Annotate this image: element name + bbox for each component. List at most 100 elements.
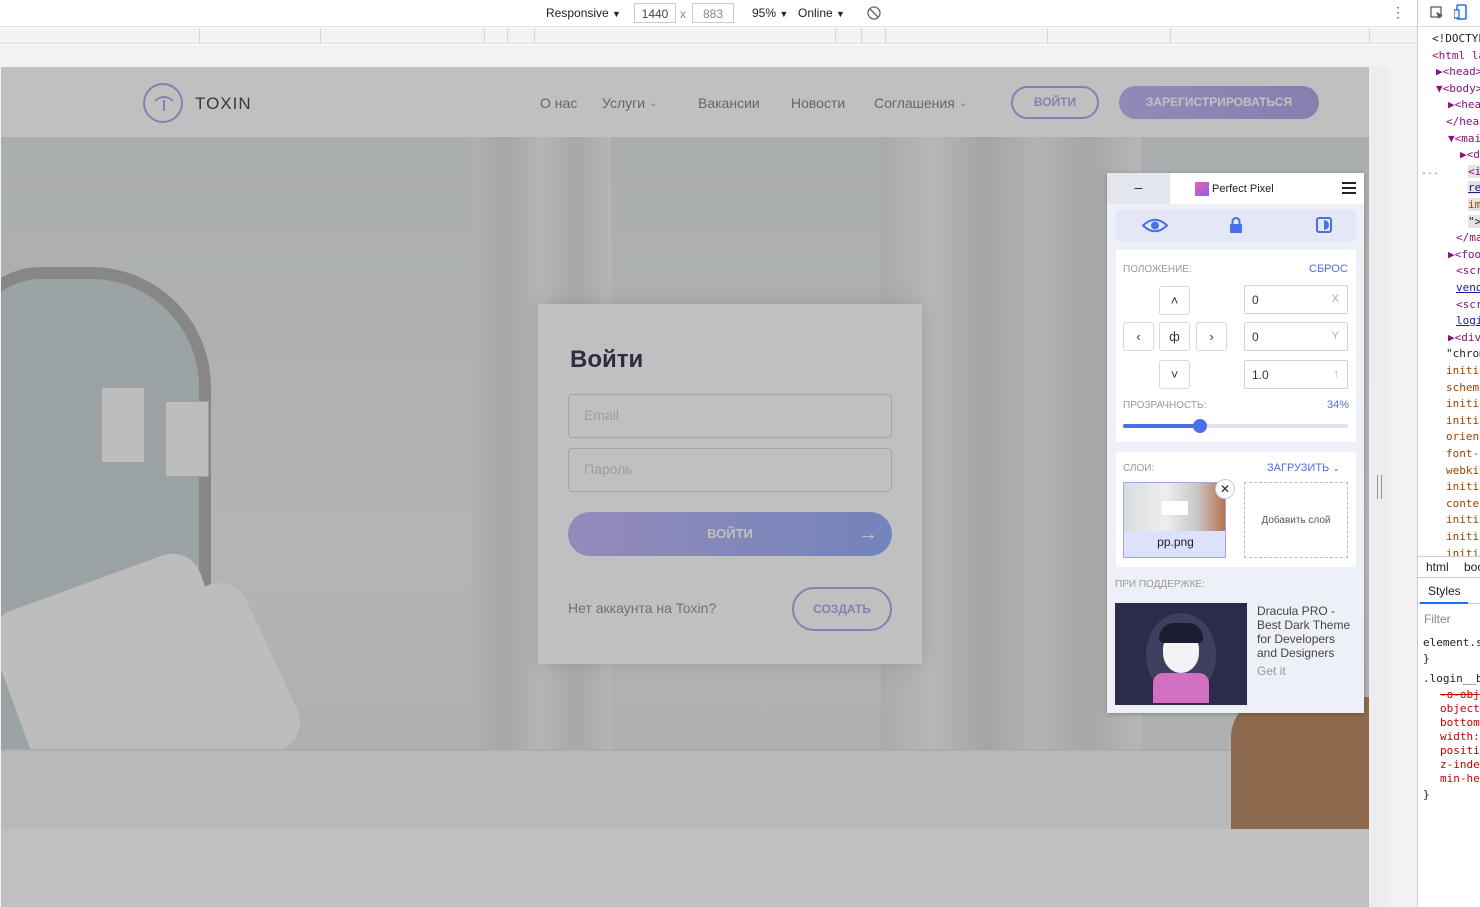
tab-styles[interactable]: Styles	[1420, 580, 1468, 604]
style-rule-line[interactable]: width:	[1440, 730, 1480, 743]
dom-node-line[interactable]: im	[1468, 198, 1480, 211]
scale-value: 1.0	[1252, 368, 1269, 382]
style-rule-line[interactable]: bottom	[1440, 716, 1480, 729]
password-field[interactable]: Пароль	[568, 448, 892, 492]
dom-node-line[interactable]: initia	[1446, 480, 1480, 493]
dom-node-line[interactable]: initia	[1446, 397, 1480, 410]
throttle-select[interactable]: Online ▼	[798, 6, 845, 20]
more-options-icon[interactable]: ⋮	[1391, 4, 1405, 21]
inspect-element-icon[interactable]	[1430, 6, 1444, 20]
dom-node-line[interactable]: <scr	[1456, 264, 1480, 277]
dom-node-line[interactable]: vend	[1456, 281, 1480, 294]
dom-node-line[interactable]: <html la	[1432, 49, 1480, 62]
styles-filter-input[interactable]: Filter	[1424, 612, 1451, 626]
menu-icon[interactable]	[1342, 182, 1356, 194]
ad-cta-link[interactable]: Get it	[1257, 664, 1286, 678]
style-rule-line[interactable]: -o-obj	[1440, 688, 1480, 701]
dom-node-line[interactable]: ▶<div	[1448, 331, 1480, 344]
move-left-button[interactable]: ‹	[1123, 322, 1154, 351]
dom-node-line[interactable]: font-s	[1446, 447, 1480, 460]
style-rule-line[interactable]: z-inde	[1440, 758, 1480, 771]
remove-layer-icon[interactable]: ✕	[1215, 479, 1235, 499]
upload-dropdown[interactable]: ЗАГРУЗИТЬ ⌄	[1267, 462, 1340, 474]
dom-ellipsis[interactable]: ...	[1421, 166, 1439, 177]
move-up-button[interactable]: ˄	[1159, 286, 1190, 315]
dom-node-line[interactable]: initia	[1446, 414, 1480, 427]
breadcrumb-body[interactable]: boo	[1464, 560, 1480, 574]
viewport-width-input[interactable]: 1440	[634, 3, 676, 23]
add-layer-button[interactable]: Добавить слой	[1244, 482, 1348, 558]
nav-agreements[interactable]: Соглашения ⌄	[874, 95, 967, 111]
dom-node-line[interactable]: conter	[1446, 497, 1480, 510]
dom-node-line[interactable]: ▼<mai	[1448, 132, 1480, 145]
style-rule-line[interactable]: }	[1423, 652, 1430, 665]
rotate-icon[interactable]	[867, 6, 881, 20]
x-position-input[interactable]: 0X	[1244, 285, 1348, 314]
device-toggle-icon[interactable]	[1454, 4, 1468, 20]
opacity-slider[interactable]	[1123, 419, 1348, 433]
layer-item[interactable]: pp.png	[1123, 482, 1226, 558]
dom-node-line[interactable]: </ma	[1456, 231, 1480, 244]
dom-node-line[interactable]: "chrom	[1446, 347, 1480, 360]
dom-node-line[interactable]: <!DOCTYPE	[1432, 32, 1480, 45]
viewport-resize-handle[interactable]	[1377, 475, 1382, 499]
style-rule-line[interactable]: positi	[1440, 744, 1480, 757]
dom-node-line[interactable]: webkit	[1446, 464, 1480, 477]
breadcrumb-html[interactable]: html	[1426, 560, 1449, 574]
zoom-select[interactable]: 95% ▼	[752, 6, 788, 20]
nav-about[interactable]: О нас	[540, 95, 577, 111]
style-rule-line[interactable]: }	[1423, 788, 1430, 801]
move-right-button[interactable]: ›	[1196, 322, 1227, 351]
create-account-button[interactable]: СОЗДАТЬ	[792, 587, 892, 631]
dom-node-line[interactable]: initia	[1446, 513, 1480, 526]
dom-node-line[interactable]: logi	[1456, 314, 1480, 327]
reset-link[interactable]: СБРОС	[1309, 263, 1348, 275]
dom-node-line[interactable]: ▶<hea	[1448, 98, 1480, 111]
device-dropdown-icon: ▼	[612, 9, 621, 19]
scale-input[interactable]: 1.0 ↑	[1244, 360, 1348, 389]
dom-node-line[interactable]: <scr	[1456, 298, 1480, 311]
move-down-button[interactable]: ˅	[1159, 360, 1190, 389]
dom-node-line[interactable]: initia	[1446, 364, 1480, 377]
logo-icon[interactable]	[143, 83, 183, 123]
nav-news[interactable]: Новости	[791, 95, 845, 111]
upload-label: ЗАГРУЗИТЬ	[1267, 462, 1330, 474]
opacity-value: 34%	[1327, 399, 1350, 411]
dom-node-line[interactable]: orient	[1446, 430, 1480, 443]
style-rule-line[interactable]: .login__b	[1423, 672, 1480, 685]
bed	[1, 749, 1369, 829]
dom-node-line[interactable]: ▶<head>	[1436, 65, 1480, 78]
dom-node-line[interactable]: initia	[1446, 530, 1480, 543]
style-rule-line[interactable]: element.s	[1423, 636, 1480, 649]
dom-node-line[interactable]: ">	[1468, 214, 1480, 228]
dom-node-line[interactable]: <i	[1468, 164, 1480, 178]
nav-services[interactable]: Услуги ⌄	[602, 95, 657, 111]
login-submit-button[interactable]: ВОЙТИ →	[568, 512, 892, 556]
style-rule-line[interactable]: object	[1440, 702, 1480, 715]
ad-text[interactable]: Dracula PRO - Best Dark Theme for Develo…	[1257, 604, 1357, 660]
dom-node-line[interactable]: ▼<body>	[1436, 82, 1480, 95]
header-register-button[interactable]: ЗАРЕГИСТРИРОВАТЬСЯ	[1119, 86, 1319, 119]
media-query-bar[interactable]	[0, 28, 1417, 44]
invert-colors-icon[interactable]	[1316, 217, 1332, 233]
viewport-height-input[interactable]: 883	[692, 3, 734, 23]
device-select[interactable]: Responsive ▼	[546, 6, 621, 20]
logo-text[interactable]: TOXIN	[195, 94, 252, 114]
email-field[interactable]: Email	[568, 394, 892, 438]
header-login-button[interactable]: ВОЙТИ	[1011, 86, 1099, 119]
dom-node-line[interactable]: scheme	[1446, 381, 1480, 394]
center-button[interactable]: ф	[1159, 322, 1190, 351]
pp-minimize-button[interactable]: –	[1107, 173, 1170, 204]
nav-vacancies[interactable]: Вакансии	[698, 95, 760, 111]
dom-node-line[interactable]: ▶<d	[1460, 148, 1480, 161]
dom-node-line[interactable]: ▶<foo	[1448, 248, 1480, 261]
pp-position-section: ПОЛОЖЕНИЕ: СБРОС ˄ ‹ ф › ˅ 0X 0Y 1.0 ↑ ПР…	[1116, 250, 1356, 442]
lock-icon[interactable]	[1229, 217, 1243, 233]
dom-node-line[interactable]: </head	[1446, 115, 1480, 128]
style-rule-line[interactable]: min-he	[1440, 772, 1480, 785]
eye-icon[interactable]	[1142, 218, 1168, 233]
opacity-slider-knob[interactable]	[1192, 419, 1207, 433]
dom-node-line[interactable]: re	[1468, 181, 1480, 195]
dracula-ad-image[interactable]	[1115, 603, 1247, 705]
y-position-input[interactable]: 0Y	[1244, 322, 1348, 351]
